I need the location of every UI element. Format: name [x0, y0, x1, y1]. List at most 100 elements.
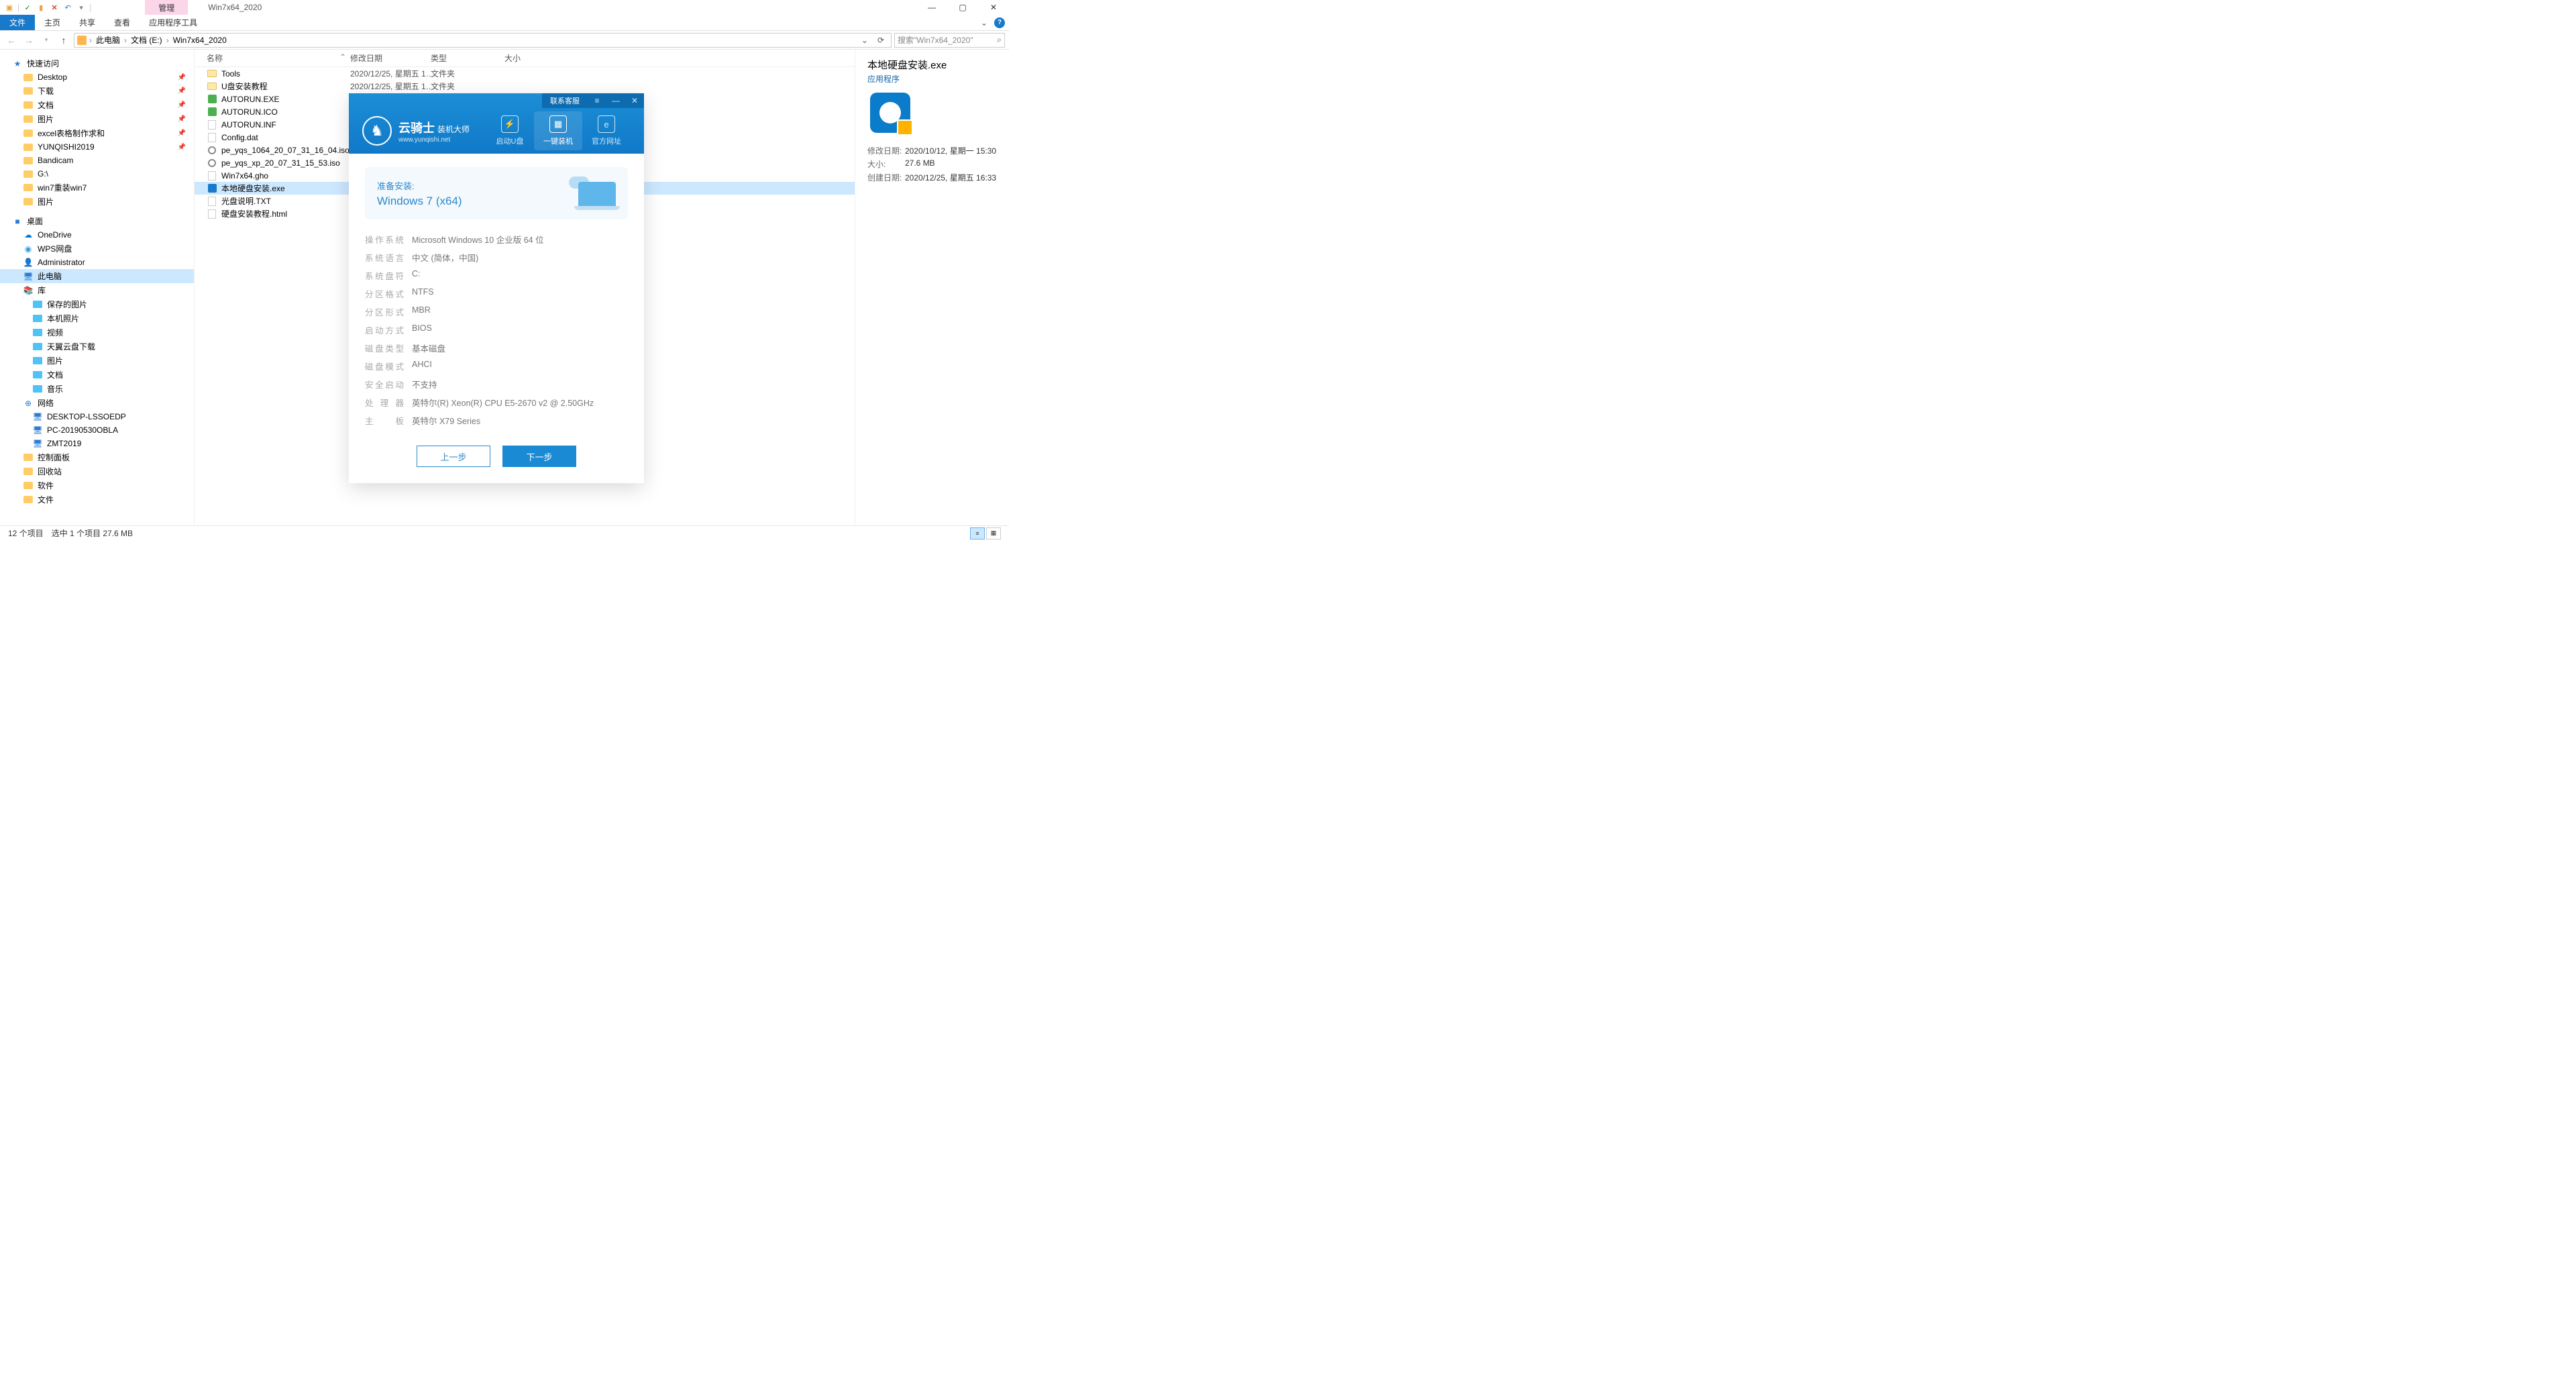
column-type[interactable]: 类型: [431, 52, 504, 64]
file-icon: [207, 158, 217, 168]
file-tab[interactable]: 文件: [0, 15, 35, 30]
column-date[interactable]: 修改日期: [350, 52, 431, 64]
undo-icon[interactable]: ↶: [62, 2, 73, 13]
ribbon-tab-view[interactable]: 查看: [105, 15, 140, 30]
installer-tab[interactable]: ▦一键装机: [534, 111, 582, 150]
folder-icon: [23, 452, 34, 463]
file-icon: [207, 81, 217, 92]
minimize-button[interactable]: —: [916, 0, 947, 15]
sys-value: Microsoft Windows 10 企业版 64 位: [412, 233, 628, 246]
nav-item[interactable]: ☁OneDrive: [0, 228, 194, 242]
nav-item[interactable]: 🖥ZMT2019: [9, 437, 194, 450]
nav-item[interactable]: 软件: [0, 478, 194, 493]
nav-item[interactable]: 图片: [0, 195, 194, 209]
ribbon-tab-share[interactable]: 共享: [70, 15, 105, 30]
help-icon[interactable]: ?: [994, 17, 1005, 28]
column-size[interactable]: 大小: [504, 52, 558, 64]
search-input[interactable]: 搜索"Win7x64_2020" ⌕: [894, 33, 1005, 48]
column-name[interactable]: 名称⌃: [195, 52, 350, 64]
nav-item[interactable]: G:\: [0, 167, 194, 181]
nav-item[interactable]: excel表格制作求和📌: [0, 126, 194, 140]
file-row[interactable]: Tools2020/12/25, 星期五 1…文件夹: [195, 67, 855, 80]
pc-icon: 🖥: [23, 271, 34, 282]
file-icon: [207, 196, 217, 207]
sys-value: NTFS: [412, 287, 628, 300]
nav-item[interactable]: YUNQISHI2019📌: [0, 140, 194, 154]
ribbon-expand-icon[interactable]: ⌄: [981, 18, 987, 28]
sys-value: 英特尔 X79 Series: [412, 414, 628, 427]
recent-dropdown-icon[interactable]: ▾: [39, 33, 54, 48]
nav-item[interactable]: 文档: [9, 368, 194, 382]
nav-item[interactable]: 下载📌: [0, 84, 194, 98]
delete-icon[interactable]: ✕: [49, 2, 60, 13]
breadcrumb[interactable]: › 此电脑 › 文档 (E:) › Win7x64_2020 ⌄ ⟳: [74, 33, 892, 48]
up-button[interactable]: ↑: [56, 33, 71, 48]
ribbon-tab-home[interactable]: 主页: [35, 15, 70, 30]
nav-item[interactable]: 回收站: [0, 464, 194, 478]
nav-item[interactable]: Desktop📌: [0, 70, 194, 84]
nav-item[interactable]: 音乐: [9, 382, 194, 396]
forward-button[interactable]: →: [21, 33, 36, 48]
tab-label: 一键装机: [543, 136, 573, 146]
qat-dropdown-icon[interactable]: ▾: [76, 2, 87, 13]
close-icon[interactable]: ✕: [625, 93, 644, 108]
details-thumbnail: [870, 93, 910, 133]
file-name: AUTORUN.INF: [221, 120, 276, 130]
nav-desktop[interactable]: ■桌面: [0, 214, 194, 228]
details-view-button[interactable]: ≡: [970, 527, 985, 539]
details-title: 本地硬盘安装.exe: [867, 58, 997, 72]
nav-item[interactable]: 图片: [9, 354, 194, 368]
nav-item[interactable]: 👤Administrator: [0, 256, 194, 269]
nav-quick-access[interactable]: ★快速访问: [0, 56, 194, 70]
close-button[interactable]: ✕: [978, 0, 1009, 15]
library-icon: [32, 370, 43, 380]
pin-icon[interactable]: ▮: [36, 2, 46, 13]
nav-item[interactable]: 文件: [0, 493, 194, 507]
file-row[interactable]: U盘安装教程2020/12/25, 星期五 1…文件夹: [195, 80, 855, 93]
icons-view-button[interactable]: ▦: [986, 527, 1001, 539]
next-button[interactable]: 下一步: [502, 446, 576, 467]
nav-item[interactable]: 控制面板: [0, 450, 194, 464]
installer-tab[interactable]: ⚡启动U盘: [486, 111, 534, 150]
maximize-button[interactable]: ▢: [947, 0, 978, 15]
refresh-icon[interactable]: ⟳: [873, 36, 888, 45]
nav-item[interactable]: 文档📌: [0, 98, 194, 112]
back-button[interactable]: ←: [4, 33, 19, 48]
nav-item[interactable]: 🖥PC-20190530OBLA: [9, 423, 194, 437]
nav-item[interactable]: 图片📌: [0, 112, 194, 126]
breadcrumb-item[interactable]: 此电脑: [95, 34, 121, 46]
nav-item[interactable]: 天翼云盘下载: [9, 340, 194, 354]
nav-item[interactable]: Bandicam: [0, 154, 194, 167]
nav-item[interactable]: 📚库: [0, 283, 194, 297]
minimize-icon[interactable]: —: [606, 93, 625, 108]
nav-item-label: 天翼云盘下载: [47, 341, 95, 352]
nav-item[interactable]: win7重装win7: [0, 181, 194, 195]
nav-item[interactable]: 本机照片: [9, 311, 194, 325]
breadcrumb-item[interactable]: Win7x64_2020: [172, 36, 228, 45]
computer-icon: 🖥: [32, 425, 43, 435]
nav-item[interactable]: 视频: [9, 325, 194, 340]
menu-icon[interactable]: ≡: [588, 93, 606, 108]
chevron-right-icon[interactable]: ›: [89, 36, 92, 45]
library-icon: [32, 342, 43, 352]
contact-support-link[interactable]: 联系客服: [542, 93, 588, 108]
nav-item[interactable]: 🖥DESKTOP-LSSOEDP: [9, 410, 194, 423]
ribbon-tab-apptools[interactable]: 应用程序工具: [140, 15, 207, 30]
sys-key: 系统语言: [365, 251, 404, 264]
prev-button[interactable]: 上一步: [417, 446, 490, 467]
ribbon-context-tab[interactable]: 管理: [145, 0, 188, 15]
nav-item-label: 图片: [38, 113, 54, 125]
installer-tab[interactable]: e官方网址: [582, 111, 631, 150]
window-title: Win7x64_2020: [208, 3, 262, 12]
nav-item[interactable]: 保存的图片: [9, 297, 194, 311]
banner-subtitle: 准备安装:: [377, 179, 462, 192]
nav-item[interactable]: ◉WPS网盘: [0, 242, 194, 256]
nav-network[interactable]: ⊕网络: [0, 396, 194, 410]
chevron-right-icon[interactable]: ›: [166, 36, 169, 45]
chevron-right-icon[interactable]: ›: [124, 36, 127, 45]
nav-item[interactable]: 🖥此电脑: [0, 269, 194, 283]
breadcrumb-item[interactable]: 文档 (E:): [129, 34, 164, 46]
address-dropdown-icon[interactable]: ⌄: [859, 36, 871, 45]
sys-value: AHCI: [412, 360, 628, 372]
check-icon[interactable]: ✓: [22, 2, 33, 13]
